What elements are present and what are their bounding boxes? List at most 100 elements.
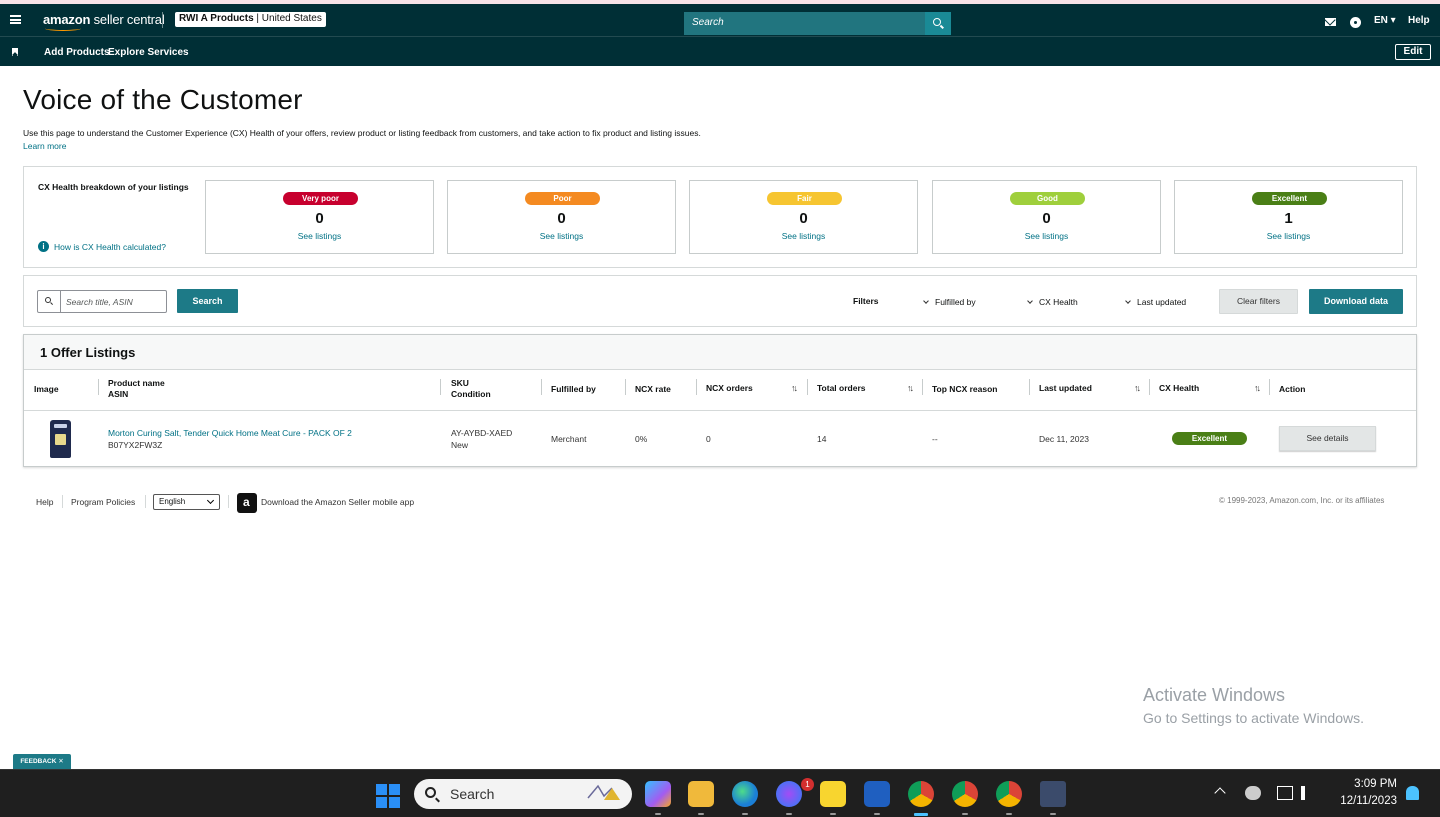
- language-selector[interactable]: EN ▾: [1374, 15, 1396, 26]
- last-updated-dropdown[interactable]: Last updated: [1125, 297, 1187, 307]
- see-listings-link[interactable]: See listings: [206, 231, 433, 241]
- notification-bell-icon[interactable]: [1406, 786, 1419, 800]
- status-badge: Poor: [525, 192, 600, 205]
- fulfilled-by-dropdown[interactable]: Fulfilled by: [923, 297, 976, 307]
- condition-value: New: [451, 440, 469, 450]
- onedrive-icon[interactable]: [1245, 786, 1261, 800]
- account-region: | United States: [253, 13, 322, 24]
- see-listings-link[interactable]: See listings: [690, 231, 917, 241]
- col-total-orders[interactable]: Total orders: [817, 383, 866, 394]
- dropdown-label: CX Health: [1039, 297, 1078, 307]
- col-product-name-label: Product name: [108, 378, 165, 388]
- listings-title: 1 Offer Listings: [40, 345, 136, 360]
- column-divider: [1149, 379, 1150, 395]
- see-listings-link[interactable]: See listings: [933, 231, 1160, 241]
- ncx-orders-value: 0: [706, 434, 711, 444]
- status-badge: Fair: [767, 192, 842, 205]
- col-top-ncx-reason[interactable]: Top NCX reason: [932, 384, 998, 395]
- col-sku[interactable]: SKU Condition: [451, 378, 491, 400]
- divider: [62, 495, 63, 508]
- chrome-profile-icon[interactable]: [952, 781, 978, 815]
- col-sku-label: SKU: [451, 378, 469, 388]
- logo-sub: seller central: [90, 12, 165, 27]
- download-app-link[interactable]: Download the Amazon Seller mobile app: [261, 497, 414, 507]
- chevron-down-icon: [1125, 298, 1131, 304]
- col-condition-label: Condition: [451, 389, 491, 399]
- fulfilled-by-value: Merchant: [551, 434, 587, 444]
- clock-time[interactable]: 3:09 PM: [1335, 778, 1397, 790]
- help-link[interactable]: Help: [1408, 15, 1430, 26]
- volume-icon[interactable]: [1301, 786, 1317, 800]
- chrome-profile-icon[interactable]: [996, 781, 1022, 815]
- global-search-button[interactable]: [925, 12, 951, 35]
- product-image[interactable]: [50, 420, 71, 458]
- clock-date[interactable]: 12/11/2023: [1330, 795, 1397, 807]
- account-switcher[interactable]: RWI A Products | United States: [175, 12, 326, 27]
- cx-health-how-link[interactable]: i How is CX Health calculated?: [38, 241, 166, 252]
- search-button[interactable]: Search: [177, 289, 238, 313]
- messenger-icon[interactable]: [776, 781, 802, 815]
- search-placeholder: Search title, ASIN: [66, 297, 133, 307]
- chrome-icon[interactable]: [908, 781, 934, 816]
- mail-icon[interactable]: [1325, 18, 1336, 26]
- network-icon[interactable]: [1277, 786, 1293, 800]
- top-ncx-reason-value: --: [932, 434, 938, 444]
- amazon-app-icon[interactable]: [237, 493, 257, 513]
- sort-icon[interactable]: ↑↓: [791, 383, 798, 393]
- see-listings-link[interactable]: See listings: [448, 231, 675, 241]
- windows-start-icon[interactable]: [376, 784, 400, 808]
- table-row-product: Morton Curing Salt, Tender Quick Home Me…: [108, 427, 352, 451]
- page-description: Use this page to understand the Customer…: [23, 128, 701, 138]
- cx-count: 1: [1284, 210, 1293, 227]
- listings-table: 1 Offer Listings Image Product name ASIN…: [23, 334, 1417, 467]
- clear-filters-button[interactable]: Clear filters: [1219, 289, 1298, 314]
- product-name-link[interactable]: Morton Curing Salt, Tender Quick Home Me…: [108, 427, 352, 439]
- bookmark-icon[interactable]: [12, 48, 18, 56]
- chevron-up-icon[interactable]: [1214, 787, 1226, 799]
- file-explorer-icon[interactable]: [688, 781, 714, 815]
- see-details-button[interactable]: See details: [1279, 426, 1376, 451]
- column-divider: [1269, 379, 1270, 395]
- footer-program-policies-link[interactable]: Program Policies: [71, 497, 135, 507]
- sort-icon[interactable]: ↑↓: [1134, 383, 1141, 393]
- col-ncx-orders[interactable]: NCX orders: [706, 383, 753, 394]
- notification-badge: 1: [801, 778, 814, 791]
- download-data-button[interactable]: Download data: [1309, 289, 1403, 314]
- col-ncx-rate[interactable]: NCX rate: [635, 384, 671, 395]
- sort-icon[interactable]: ↑↓: [1254, 383, 1261, 393]
- sort-icon[interactable]: ↑↓: [907, 383, 914, 393]
- edit-button[interactable]: Edit: [1395, 44, 1431, 60]
- feedback-button[interactable]: FEEDBACK ✕: [13, 754, 71, 769]
- bookmarks-bar: Add Products Explore Services Edit: [0, 36, 1440, 66]
- language-value: English: [159, 497, 186, 506]
- col-cx-health[interactable]: CX Health: [1159, 383, 1199, 394]
- hamburger-menu-icon[interactable]: [10, 15, 21, 24]
- global-search-input[interactable]: Search: [684, 12, 925, 35]
- footer-help-link[interactable]: Help: [36, 497, 53, 507]
- sticky-notes-icon[interactable]: [820, 781, 846, 815]
- listing-search-input[interactable]: Search title, ASIN: [37, 290, 167, 313]
- word-icon[interactable]: [864, 781, 890, 815]
- col-fulfilled-by[interactable]: Fulfilled by: [551, 384, 596, 395]
- status-badge: Good: [1010, 192, 1085, 205]
- total-orders-value: 14: [817, 434, 827, 444]
- cx-count: 0: [799, 210, 808, 227]
- col-last-updated[interactable]: Last updated: [1039, 383, 1092, 394]
- edge-browser-icon[interactable]: [732, 781, 758, 815]
- sku-value: AY-AYBD-XAED: [451, 428, 513, 438]
- nav-add-products[interactable]: Add Products: [44, 47, 110, 58]
- cx-health-dropdown[interactable]: CX Health: [1027, 297, 1078, 307]
- learn-more-link[interactable]: Learn more: [23, 141, 66, 151]
- footer-language-select[interactable]: English: [153, 494, 220, 510]
- col-product-name[interactable]: Product name ASIN: [108, 378, 165, 400]
- search-icon: [933, 18, 941, 26]
- nav-explore-services[interactable]: Explore Services: [108, 47, 189, 58]
- column-divider: [922, 379, 923, 395]
- calculator-icon[interactable]: [1040, 781, 1066, 815]
- dropdown-label: Last updated: [1137, 297, 1187, 307]
- copilot-app-icon[interactable]: [645, 781, 671, 815]
- see-listings-link[interactable]: See listings: [1175, 231, 1402, 241]
- gear-icon[interactable]: [1350, 17, 1361, 28]
- seller-central-logo[interactable]: amazon seller central: [43, 12, 165, 31]
- cx-count: 0: [557, 210, 566, 227]
